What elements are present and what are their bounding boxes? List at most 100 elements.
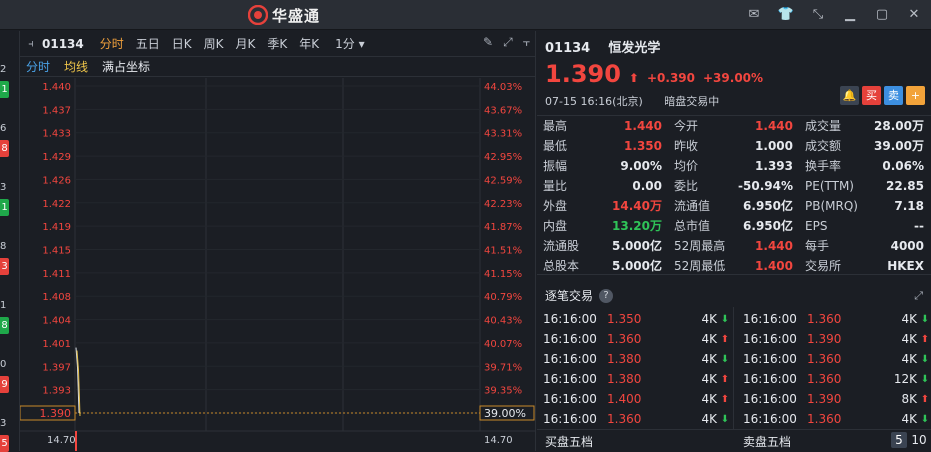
alert-bell-icon[interactable]: 🔔 — [840, 86, 859, 105]
strip-tag[interactable]: 3 — [0, 258, 9, 275]
tick-trades-title: 逐笔交易 — [545, 289, 594, 303]
y-tick-label: 1.419 — [42, 222, 71, 233]
tick-price: 1.360 — [607, 412, 642, 426]
quote-value: 1.400 — [755, 259, 793, 273]
strip-tag[interactable]: 5 — [0, 435, 9, 452]
sell-button[interactable]: 卖 — [884, 86, 903, 105]
quote-label: 成交量 — [805, 119, 842, 133]
draw-pen-icon[interactable]: ✎ — [483, 35, 493, 50]
quote-value: 5.000亿 — [612, 259, 662, 273]
minute-interval-select[interactable]: 1分 ▾ — [335, 35, 364, 52]
down-arrow-icon: ⬇ — [920, 413, 930, 425]
subtab-full-scale[interactable]: 满占坐标 — [102, 58, 150, 75]
strip-tag[interactable]: 8 — [0, 140, 9, 157]
tick-time: 16:16:00 — [743, 312, 797, 326]
quote-cell: 委比 -50.94% — [668, 176, 799, 196]
period-tab[interactable]: 分时 — [100, 35, 124, 52]
quote-label: 今开 — [674, 119, 699, 133]
tick-time: 16:16:00 — [543, 412, 597, 426]
quote-cell: 最低 1.350 — [537, 136, 668, 156]
quote-label: 最高 — [543, 119, 568, 133]
period-tab[interactable]: 日K — [172, 35, 192, 52]
quote-panel: 01134 恒发光学 1.390 ⬆ +0.390 +39.00% 07-15 … — [537, 31, 931, 451]
chart-toolbar: ⫞ 01134 分时 五日 日K 周K 月K 季K 年K 1分 ▾ ✎ ⤢ ⫟ — [20, 31, 536, 57]
quote-value: 14.40万 — [612, 199, 662, 213]
quote-label: 量比 — [543, 179, 568, 193]
quote-cell: 每手 4000 — [799, 236, 930, 256]
quote-row: 最高 1.440 今开 1.440 成交量 28.00万 — [537, 116, 931, 136]
price-change: +0.390 — [646, 71, 695, 85]
maximize-icon[interactable]: ▢ — [873, 6, 891, 24]
y-tick-pct-label: 42.23% — [484, 199, 522, 210]
tick-trades: 逐笔交易 ? ⤢ 16:16:00 1.350 4K ⬇ 16:16:00 1.360 4K… — [537, 285, 931, 451]
tick-time: 16:16:00 — [543, 332, 597, 346]
period-tab[interactable]: 五日 — [136, 35, 160, 52]
levels-5-toggle[interactable]: 5 — [891, 432, 907, 448]
quote-value: 1.393 — [755, 159, 793, 173]
strip-tag[interactable]: 1 — [0, 81, 9, 98]
tick-time: 16:16:00 — [543, 392, 597, 406]
collapse-left-icon[interactable]: ⫞ — [20, 37, 42, 51]
tick-row: 16:16:00 1.360 4K ⬇ — [737, 409, 931, 429]
tick-row: 16:16:00 1.360 12K ⬇ — [737, 369, 931, 389]
tick-row: 16:16:00 1.400 4K ⬆ — [537, 389, 733, 409]
period-tab[interactable]: 季K — [267, 35, 287, 52]
expand-icon[interactable]: ⤢ — [914, 289, 923, 303]
quote-cell: 52周最高 1.440 — [668, 236, 799, 256]
buy-button[interactable]: 买 — [862, 86, 881, 105]
up-arrow-icon: ⬆ — [720, 373, 730, 385]
current-price-label: 1.390 — [40, 407, 72, 420]
mail-icon[interactable]: ✉ — [745, 6, 763, 24]
strip-tag[interactable]: 1 — [0, 199, 9, 216]
close-icon[interactable]: ✕ — [905, 6, 923, 24]
add-watchlist-button[interactable]: + — [906, 86, 925, 105]
quote-row: 内盘 13.20万 总市值 6.950亿 EPS -- — [537, 216, 931, 236]
tick-time: 16:16:00 — [543, 352, 597, 366]
quote-cell: 振幅 9.00% — [537, 156, 668, 176]
quote-time: 16:16(北京) — [580, 95, 643, 108]
strip-number: 8 — [0, 241, 7, 252]
price-change-pct: +39.00% — [703, 71, 764, 85]
quote-value: 4000 — [890, 239, 924, 253]
y-tick-pct-label: 40.07% — [484, 339, 522, 350]
left-watchlist-strip: 2 1 6 8 3 1 8 3 1 8 0 9 3 5 — [0, 31, 20, 452]
strip-number: 1 — [0, 300, 7, 311]
stock-name: 恒发光学 — [608, 41, 661, 56]
quote-label: 成交额 — [805, 139, 842, 153]
stock-code: 01134 — [545, 41, 591, 56]
tick-volume: 4K — [901, 412, 917, 426]
subtab-intraday[interactable]: 分时 — [26, 58, 50, 75]
intraday-chart[interactable]: 1.440 44.03% 1.437 43.67% 1.433 43.31% 1.429 42… — [20, 78, 536, 451]
help-icon[interactable]: ? — [599, 288, 614, 303]
quote-cell: 流通股 5.000亿 — [537, 236, 668, 256]
period-tab[interactable]: 周K — [204, 35, 224, 52]
period-tab[interactable]: 月K — [236, 35, 256, 52]
strip-tag[interactable]: 8 — [0, 317, 9, 334]
tick-time: 16:16:00 — [743, 372, 797, 386]
tick-row: 16:16:00 1.360 4K ⬆ — [537, 329, 733, 349]
tick-price: 1.360 — [807, 352, 842, 366]
fullscreen-icon[interactable]: ⤢ — [503, 35, 513, 50]
quote-row: 总股本 5.000亿 52周最低 1.400 交易所 HKEX — [537, 256, 931, 276]
down-arrow-icon: ⬇ — [720, 353, 730, 365]
brand: 华盛通 — [248, 5, 320, 25]
skin-icon[interactable]: 👕 — [777, 6, 795, 24]
down-arrow-icon: ⬇ — [920, 353, 930, 365]
quote-label: 52周最低 — [674, 259, 726, 273]
collapse-right-icon[interactable]: ⫟ — [523, 35, 530, 50]
levels-10-toggle[interactable]: 10 — [911, 432, 927, 448]
y-tick-pct-label: 44.03% — [484, 82, 522, 93]
strip-tag[interactable]: 9 — [0, 376, 9, 393]
market-status: 暗盘交易中 — [664, 95, 720, 108]
period-tab[interactable]: 年K — [299, 35, 319, 52]
quote-cell: 换手率 0.06% — [799, 156, 930, 176]
strip-number: 3 — [0, 418, 7, 429]
quote-label: PE(TTM) — [805, 179, 854, 193]
down-arrow-icon: ⬇ — [720, 413, 730, 425]
tick-price: 1.380 — [607, 372, 642, 386]
minimize-icon[interactable]: ▁ — [841, 6, 859, 24]
sell-five-levels: 卖盘五档 — [743, 435, 792, 449]
subtab-ma[interactable]: 均线 — [64, 58, 88, 75]
shrink-icon[interactable]: ⤡ — [809, 6, 827, 24]
tick-row: 16:16:00 1.390 8K ⬆ — [737, 389, 931, 409]
